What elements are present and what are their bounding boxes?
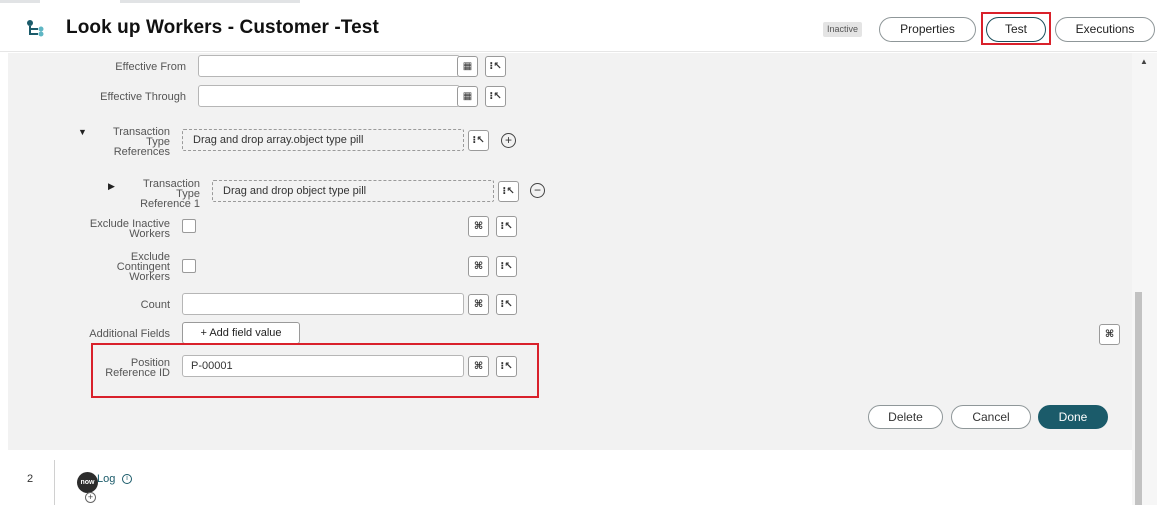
collapse-caret-icon[interactable]: ▼ <box>78 127 87 137</box>
data-pill-picker-icon[interactable]: ⁝↖ <box>496 216 517 237</box>
cancel-button[interactable]: Cancel <box>951 405 1031 429</box>
effective-from-label: Effective From <box>115 61 186 73</box>
data-pill-picker-icon[interactable]: ⁝↖ <box>496 294 517 315</box>
data-pill-picker-icon[interactable]: ⁝↖ <box>496 356 517 377</box>
flow-step-row: 2 now Log i + <box>0 450 1132 505</box>
count-label: Count <box>140 299 170 311</box>
plus-circle-icon[interactable]: + <box>501 133 516 148</box>
flow-icon <box>27 20 44 37</box>
count-field[interactable] <box>182 293 464 315</box>
test-button[interactable]: Test <box>986 17 1046 42</box>
vertical-scrollbar[interactable]: ▲ <box>1132 53 1157 505</box>
flow-header: Look up Workers - Customer -Test Inactiv… <box>0 6 1157 52</box>
additional-fields-label: Additional Fields <box>89 328 170 340</box>
script-toggle-icon[interactable]: ⌘ <box>468 356 489 377</box>
scroll-thumb[interactable] <box>1135 292 1142 505</box>
data-pill-picker-icon[interactable]: ⁝↖ <box>496 256 517 277</box>
array-pill-dropzone[interactable]: Drag and drop array.object type pill <box>182 129 464 151</box>
object-pill-dropzone[interactable]: Drag and drop object type pill <box>212 180 494 202</box>
position-reference-id-field[interactable]: P-00001 <box>182 355 464 377</box>
script-toggle-icon[interactable]: ⌘ <box>1099 324 1120 345</box>
scroll-up-arrow-icon[interactable]: ▲ <box>1140 57 1148 66</box>
executions-button[interactable]: Executions <box>1055 17 1155 42</box>
add-step-plus-icon[interactable]: + <box>85 492 96 503</box>
tab-indicator <box>0 0 40 3</box>
script-toggle-icon[interactable]: ⌘ <box>468 216 489 237</box>
transaction-type-reference-1-label: Transaction Type Reference 1 <box>140 178 200 210</box>
data-pill-picker-icon[interactable]: ⁝↖ <box>468 130 489 151</box>
action-config-panel: Effective From ▦ ⁝↖ Effective Through ▦ … <box>8 53 1132 450</box>
script-toggle-icon[interactable]: ⌘ <box>468 294 489 315</box>
data-pill-picker-icon[interactable]: ⁝↖ <box>485 56 506 77</box>
position-reference-id-label: Position Reference ID <box>105 357 170 379</box>
data-pill-picker-icon[interactable]: ⁝↖ <box>485 86 506 107</box>
delete-button[interactable]: Delete <box>868 405 943 429</box>
expand-caret-icon[interactable]: ▶ <box>108 181 115 192</box>
page-title: Look up Workers - Customer -Test <box>66 17 379 38</box>
minus-circle-icon[interactable]: − <box>530 183 545 198</box>
exclude-inactive-workers-label: Exclude Inactive Workers <box>89 218 170 240</box>
effective-from-field[interactable] <box>198 55 460 77</box>
script-toggle-icon[interactable]: ⌘ <box>468 256 489 277</box>
step-number: 2 <box>27 473 34 485</box>
now-logo-icon: now <box>77 472 98 493</box>
done-button[interactable]: Done <box>1038 405 1108 429</box>
step-label-log[interactable]: Log <box>97 473 115 485</box>
transaction-type-references-label: Transaction Type References <box>112 126 170 158</box>
calendar-icon[interactable]: ▦ <box>457 86 478 107</box>
properties-button[interactable]: Properties <box>879 17 976 42</box>
status-badge: Inactive <box>823 22 863 37</box>
tab-indicator <box>120 0 300 3</box>
effective-through-field[interactable] <box>198 85 460 107</box>
effective-through-label: Effective Through <box>100 91 186 103</box>
exclude-contingent-workers-label: Exclude Contingent Workers <box>116 251 170 283</box>
info-icon[interactable]: i <box>122 474 132 484</box>
add-field-value-button[interactable]: + Add field value <box>182 322 300 344</box>
step-divider <box>54 460 55 505</box>
calendar-icon[interactable]: ▦ <box>457 56 478 77</box>
data-pill-picker-icon[interactable]: ⁝↖ <box>498 181 519 202</box>
exclude-contingent-workers-checkbox[interactable] <box>182 259 196 273</box>
exclude-inactive-workers-checkbox[interactable] <box>182 219 196 233</box>
